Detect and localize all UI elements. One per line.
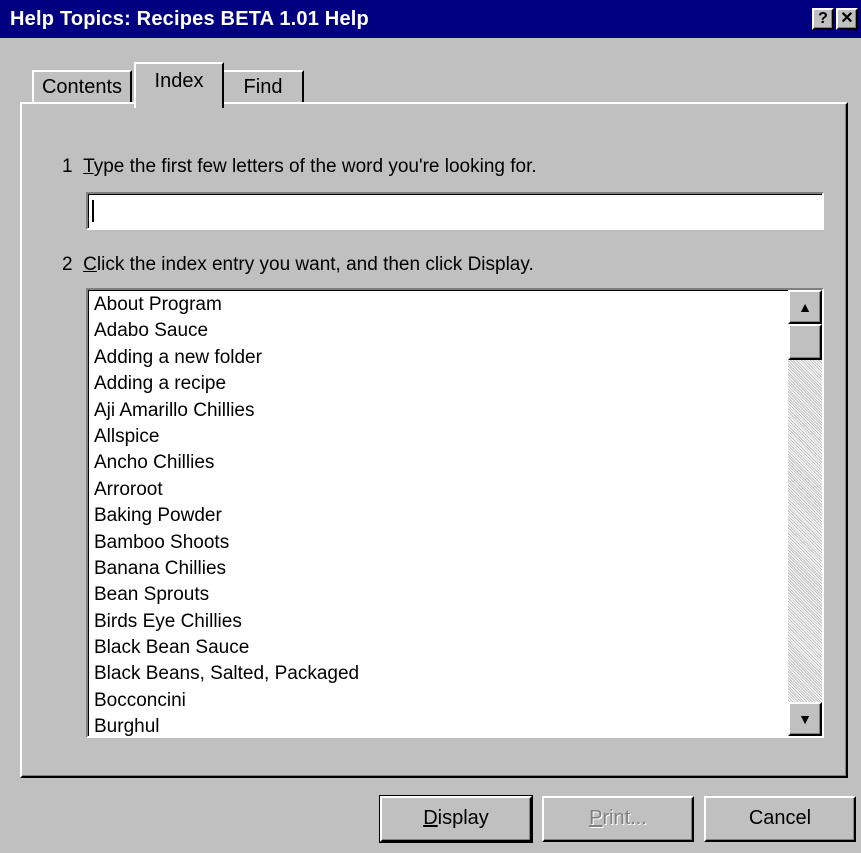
step-1-accel: T xyxy=(83,156,94,177)
display-label: isplay xyxy=(437,807,489,829)
text-caret xyxy=(92,200,94,222)
list-item[interactable]: Black Bean Sauce xyxy=(92,635,762,661)
list-item[interactable]: Banana Chillies xyxy=(92,556,762,582)
print-accel: P xyxy=(589,807,603,829)
title-bar[interactable]: Help Topics: Recipes BETA 1.01 Help ? ✕ xyxy=(0,0,861,38)
tab-find[interactable]: Find xyxy=(222,70,304,104)
list-item[interactable]: Birds Eye Chillies xyxy=(92,609,762,635)
cancel-button[interactable]: Cancel xyxy=(704,796,856,842)
list-item[interactable]: Baking Powder xyxy=(92,503,762,529)
list-item[interactable]: About Program xyxy=(92,292,762,318)
step-2-text: lick the index entry you want, and then … xyxy=(96,254,534,275)
close-icon[interactable]: ✕ xyxy=(836,8,858,30)
list-item[interactable]: Adding a new folder xyxy=(92,345,762,371)
list-item[interactable]: Aji Amarillo Chillies xyxy=(92,398,762,424)
vertical-scrollbar[interactable]: ▲ ▼ xyxy=(788,290,822,736)
list-item[interactable]: Bocconcini xyxy=(92,688,762,714)
step-1-instruction: 1 Type the first few letters of the word… xyxy=(62,156,537,178)
list-item[interactable]: Black Beans, Salted, Packaged xyxy=(92,661,762,687)
list-item[interactable]: Adabo Sauce xyxy=(92,318,762,344)
step-1-text: ype the first few letters of the word yo… xyxy=(93,156,537,177)
list-item[interactable]: Arroroot xyxy=(92,477,762,503)
step-2-number: 2 xyxy=(62,254,73,275)
index-tab-panel: 1 Type the first few letters of the word… xyxy=(20,102,848,778)
print-button: Print... xyxy=(542,796,694,842)
search-input[interactable] xyxy=(86,192,824,230)
tab-contents[interactable]: Contents xyxy=(32,70,132,104)
step-2-instruction: 2 Click the index entry you want, and th… xyxy=(62,254,534,276)
tab-index[interactable]: Index xyxy=(134,62,224,108)
list-item[interactable]: Burghul xyxy=(92,714,762,736)
step-1-number: 1 xyxy=(62,156,73,177)
index-list-items: About Program Adabo Sauce Adding a new f… xyxy=(92,292,762,736)
list-item[interactable]: Allspice xyxy=(92,424,762,450)
index-list[interactable]: About Program Adabo Sauce Adding a new f… xyxy=(86,288,824,738)
scroll-down-icon[interactable]: ▼ xyxy=(788,702,822,736)
scroll-thumb[interactable] xyxy=(788,324,822,360)
print-label: rint... xyxy=(602,807,647,829)
list-item[interactable]: Ancho Chillies xyxy=(92,450,762,476)
list-item[interactable]: Adding a recipe xyxy=(92,371,762,397)
scroll-up-icon[interactable]: ▲ xyxy=(788,290,822,324)
help-icon[interactable]: ? xyxy=(812,8,834,30)
list-item[interactable]: Bamboo Shoots xyxy=(92,530,762,556)
window-title: Help Topics: Recipes BETA 1.01 Help xyxy=(10,8,369,30)
step-2-accel: C xyxy=(83,254,97,275)
list-item[interactable]: Bean Sprouts xyxy=(92,582,762,608)
display-accel: D xyxy=(423,807,438,829)
help-topics-window: Help Topics: Recipes BETA 1.01 Help ? ✕ … xyxy=(0,0,861,853)
display-button[interactable]: Display xyxy=(379,795,533,843)
